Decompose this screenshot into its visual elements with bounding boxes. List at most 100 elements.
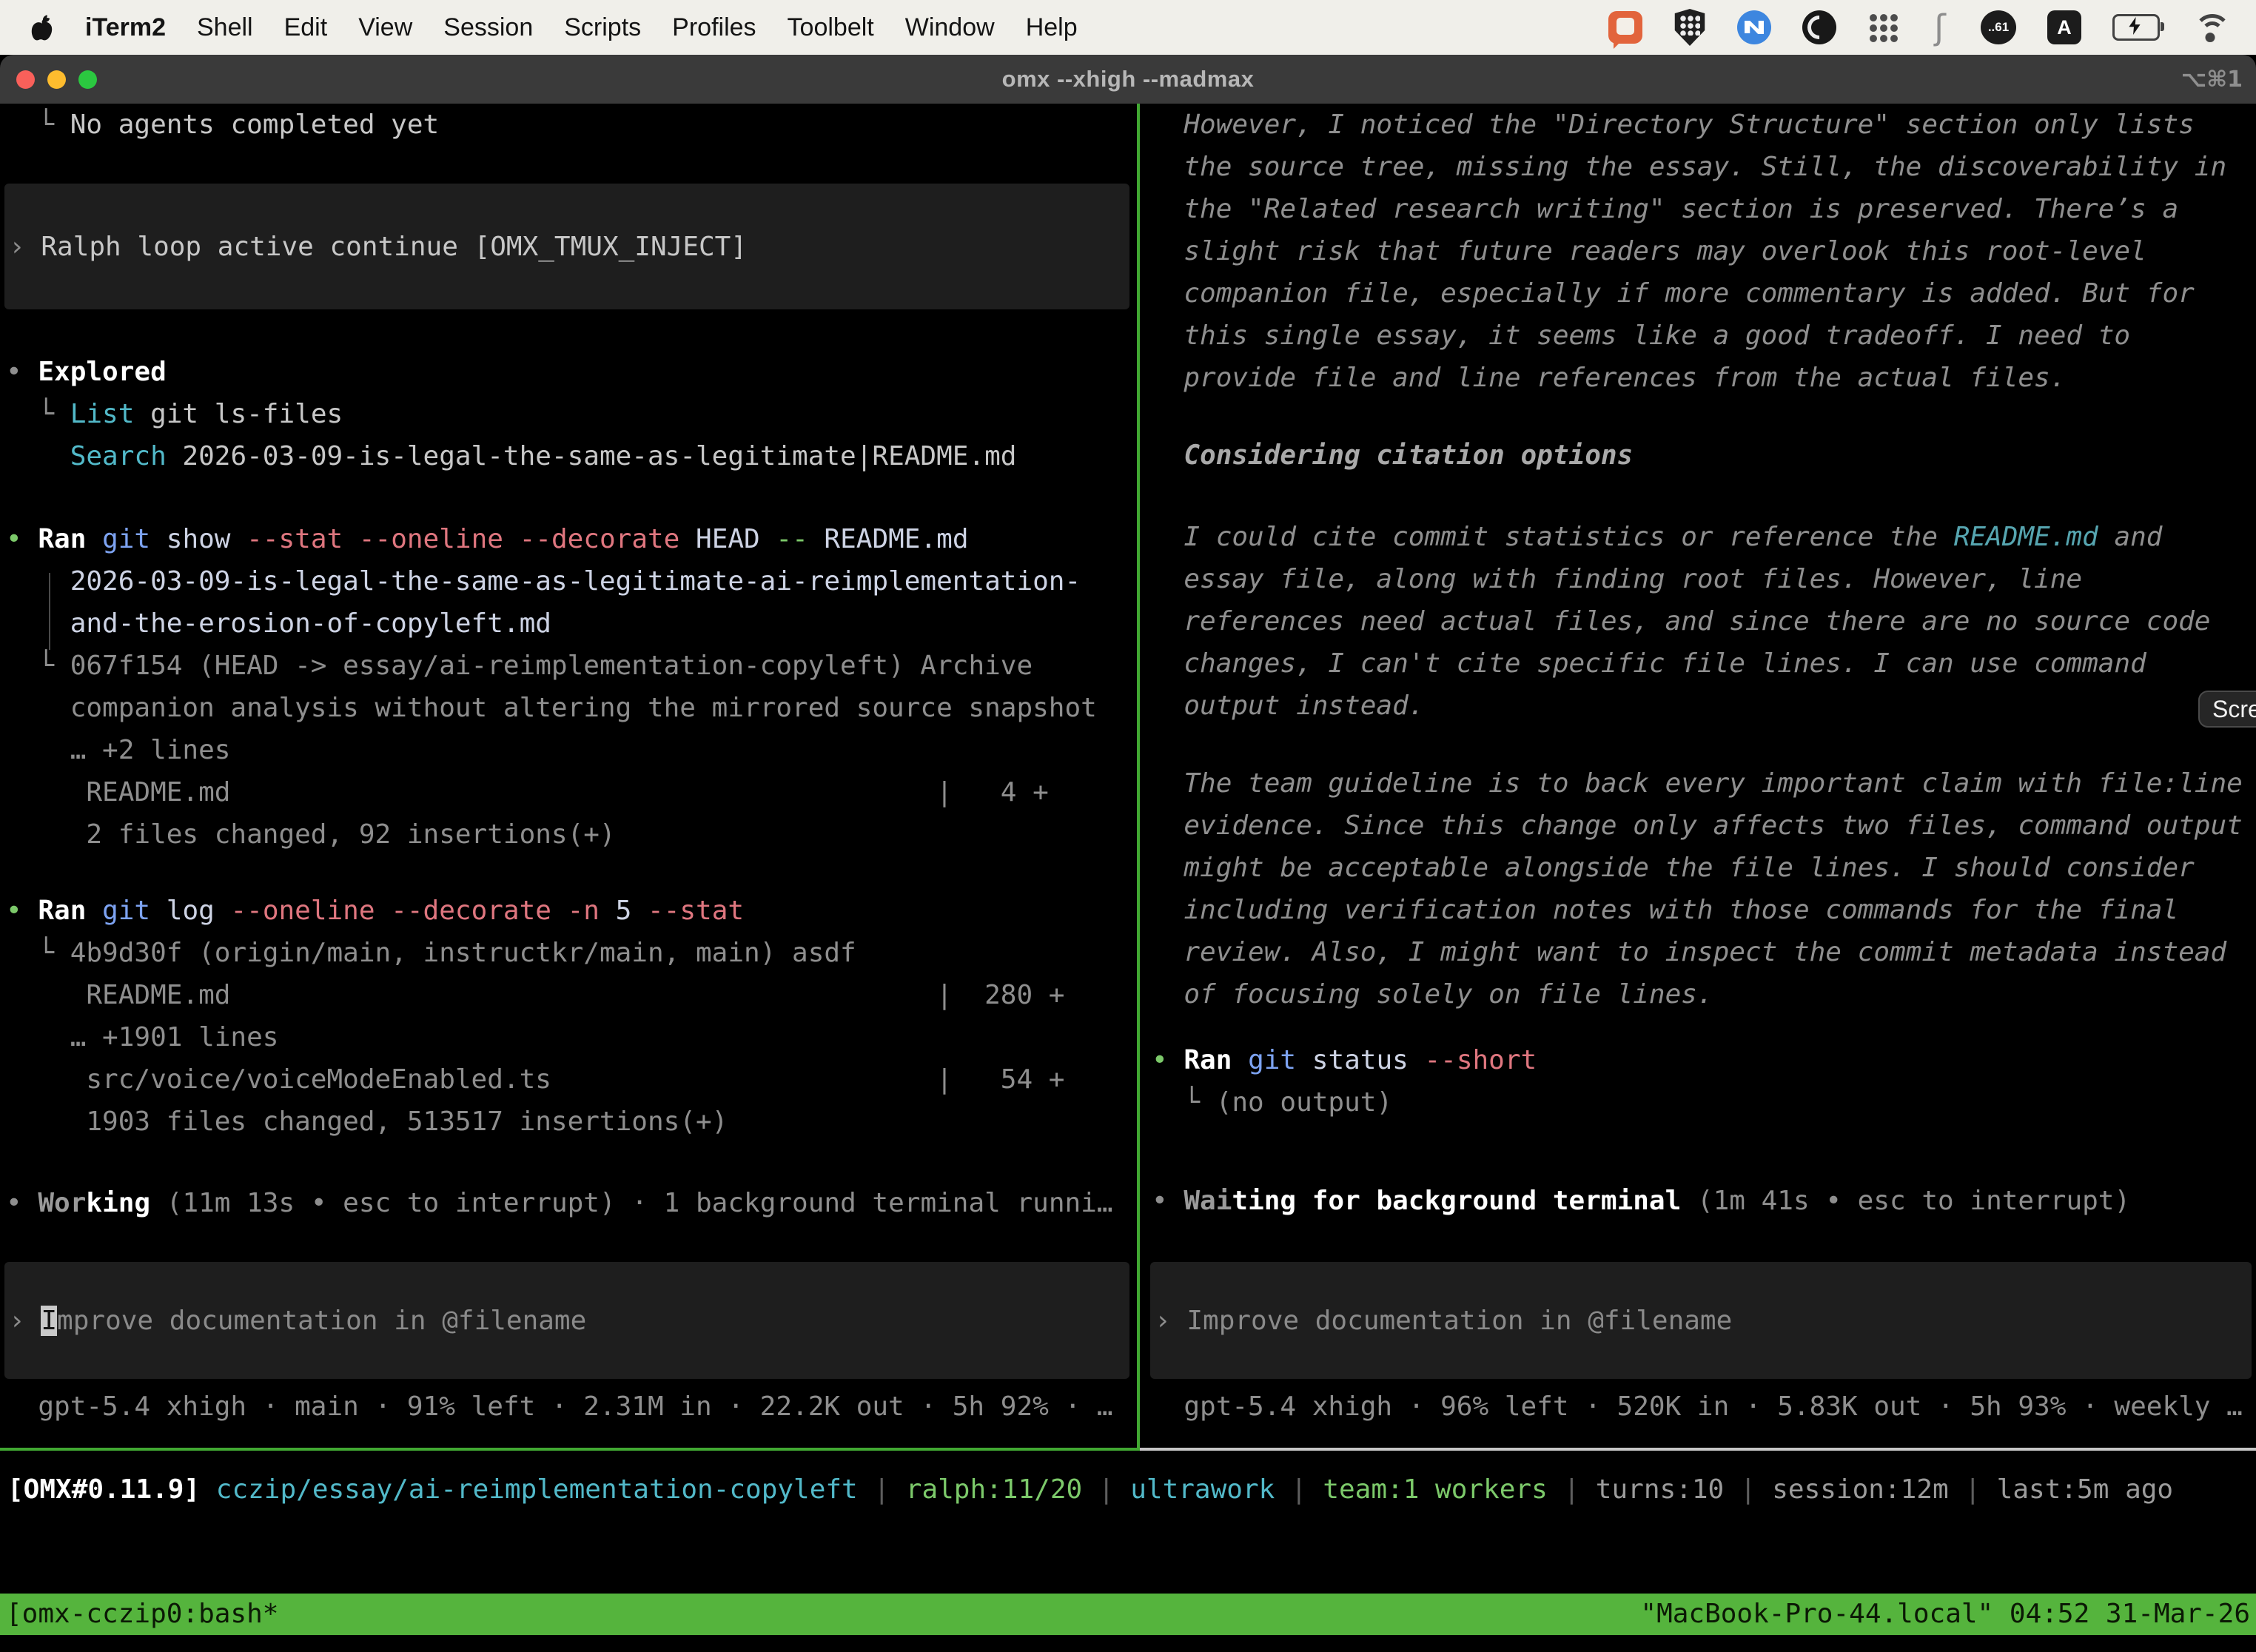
terminal-block: • Explored └ List git ls-files Search 20… — [0, 351, 1134, 477]
lens-app-icon[interactable] — [1802, 10, 1836, 44]
terminal-line: › Improve documentation in @filename — [9, 1300, 1129, 1342]
terminal-block: └ No agents completed yet — [0, 104, 1134, 146]
terminal-block: gpt-5.4 xhigh · 96% left · 520K in · 5.8… — [1146, 1386, 2256, 1428]
right-pane[interactable]: However, I noticed the "Directory Struct… — [1146, 104, 2256, 1452]
terminal-line: evidence. Since this change only affects… — [1152, 805, 2256, 847]
terminal-line: src/voice/voiceModeEnabled.ts | 54 + — [6, 1058, 1134, 1101]
pane-divider[interactable] — [1137, 104, 1140, 1451]
tmux-status-bar: [omx-cczip0:bash* "MacBook-Pro-44.local"… — [0, 1594, 2256, 1635]
omx-status-segment: | — [1275, 1474, 1323, 1505]
terminal-line: companion file, especially if more comme… — [1152, 272, 2256, 315]
prompt-input-box[interactable]: › Ralph loop active continue [OMX_TMUX_I… — [4, 184, 1129, 309]
terminal-line: • Waiting for background terminal (1m 41… — [1152, 1180, 2256, 1222]
battery-61-app-icon[interactable]: ..61 — [1981, 10, 2016, 44]
terminal-line: The team guideline is to back every impo… — [1152, 762, 2256, 805]
keyboard-layout-a-icon[interactable]: A — [2047, 10, 2081, 44]
terminal-line: └ 067f154 (HEAD -> essay/ai-reimplementa… — [6, 645, 1134, 687]
menu-item-iterm2[interactable]: iTerm2 — [73, 13, 178, 42]
menu-item-scripts[interactable]: Scripts — [551, 13, 654, 42]
terminal-line: provide file and line references from th… — [1152, 357, 2256, 399]
terminal-line: └ (no output) — [1152, 1081, 2256, 1124]
omx-status-segment: | — [858, 1474, 906, 1505]
terminal-line: • Ran git status --short — [1152, 1039, 2256, 1081]
prompt-input-box[interactable]: › Improve documentation in @filename — [1150, 1262, 2252, 1379]
terminal-block: • Ran git show --stat --oneline --decora… — [0, 518, 1134, 856]
right-pane-bottom-border — [1140, 1448, 2256, 1451]
terminal-line: › Ralph loop active continue [OMX_TMUX_I… — [9, 226, 1129, 268]
prompt-input-box[interactable]: › Improve documentation in @filename — [4, 1262, 1129, 1379]
menu-item-help[interactable]: Help — [1013, 13, 1090, 42]
terminal-block: gpt-5.4 xhigh · main · 91% left · 2.31M … — [0, 1386, 1134, 1428]
terminal-block: • Working (11m 13s • esc to interrupt) ·… — [0, 1182, 1134, 1224]
dots-grid-app-icon[interactable] — [1867, 12, 1899, 44]
screen-sharing-pill[interactable]: Scre — [2198, 691, 2256, 728]
menu-bar: iTerm2ShellEditViewSessionScriptsProfile… — [0, 0, 2256, 55]
terminal-block: • Ran git status --short └ (no output) — [1146, 1039, 2256, 1124]
title-bar[interactable]: omx --xhigh --madmax ⌥⌘1 — [0, 55, 2256, 104]
terminal-line: I could cite commit statistics or refere… — [1152, 516, 2256, 558]
terminal-line: › Improve documentation in @filename — [1155, 1300, 2252, 1342]
omx-status-segment: turns:10 — [1596, 1474, 1724, 1505]
menu-item-session[interactable]: Session — [431, 13, 545, 42]
menu-item-edit[interactable]: Edit — [272, 13, 340, 42]
left-pane-bottom-border — [0, 1448, 1137, 1451]
left-pane[interactable]: └ No agents completed yet › Ralph loop ac… — [0, 104, 1134, 1452]
terminal-line: • Ran git log --oneline --decorate -n 5 … — [6, 890, 1134, 932]
apple-menu-icon[interactable] — [31, 14, 53, 41]
shield-app-icon[interactable] — [1673, 9, 1706, 46]
terminal-line: However, I noticed the "Directory Struct… — [1152, 104, 2256, 146]
badge-app-icon[interactable] — [1737, 10, 1771, 44]
terminal-line: references need actual files, and since … — [1152, 600, 2256, 642]
terminal-line: Considering citation options — [1152, 434, 2256, 477]
omx-status-segment: cczip/essay/ai-reimplementation-copyleft — [216, 1474, 858, 1505]
terminal-line: and-the-erosion-of-copyleft.md — [6, 602, 1134, 645]
terminal-block: • Waiting for background terminal (1m 41… — [1146, 1180, 2256, 1222]
terminal-line: gpt-5.4 xhigh · main · 91% left · 2.31M … — [6, 1386, 1134, 1428]
terminal-line: 2 files changed, 92 insertions(+) — [6, 813, 1134, 856]
terminal-block: The team guideline is to back every impo… — [1146, 762, 2256, 1015]
omx-status-segment: team:1 workers — [1323, 1474, 1547, 1505]
omx-status-segment: last:5m ago — [1997, 1474, 2173, 1505]
menu-item-window[interactable]: Window — [893, 13, 1007, 42]
terminal-line: the "Related research writing" section i… — [1152, 188, 2256, 230]
terminal-line: changes, I can't cite specific file line… — [1152, 642, 2256, 685]
omx-status-segment: | — [1082, 1474, 1130, 1505]
terminal-line: └ List git ls-files — [6, 393, 1134, 435]
omx-status-segment: ralph:11/20 — [906, 1474, 1082, 1505]
squiggle-app-icon[interactable]: ʃ — [1930, 9, 1950, 46]
menu-item-group: iTerm2ShellEditViewSessionScriptsProfile… — [73, 13, 1096, 42]
battery-charging-icon[interactable] — [2112, 14, 2160, 41]
terminal-area: └ No agents completed yet › Ralph loop ac… — [0, 104, 2256, 1452]
tmux-host-clock: "MacBook-Pro-44.local" 04:52 31-Mar-26 — [1640, 1594, 2250, 1635]
terminal-block: • Ran git log --oneline --decorate -n 5 … — [0, 890, 1134, 1143]
terminal-line: README.md | 4 + — [6, 771, 1134, 813]
terminal-line: └ 4b9d30f (origin/main, instructkr/main,… — [6, 932, 1134, 974]
menu-item-profiles[interactable]: Profiles — [659, 13, 768, 42]
terminal-line: gpt-5.4 xhigh · 96% left · 520K in · 5.8… — [1152, 1386, 2256, 1428]
terminal-block: However, I noticed the "Directory Struct… — [1146, 104, 2256, 399]
chat-app-icon[interactable] — [1608, 11, 1642, 44]
omx-status-segment: | — [1548, 1474, 1596, 1505]
terminal-block: Considering citation options — [1146, 434, 2256, 477]
terminal-line: including verification notes with those … — [1152, 889, 2256, 931]
omx-status-segment — [200, 1474, 216, 1505]
omx-status-segment: [OMX#0.11.9] — [7, 1474, 200, 1505]
menu-item-shell[interactable]: Shell — [184, 13, 266, 42]
omx-status-bar: [OMX#0.11.9] cczip/essay/ai-reimplementa… — [7, 1468, 2173, 1511]
terminal-line: review. Also, I might want to inspect th… — [1152, 931, 2256, 973]
terminal-line: companion analysis without altering the … — [6, 687, 1134, 729]
wifi-icon[interactable] — [2191, 13, 2229, 42]
omx-status-segment: | — [1724, 1474, 1772, 1505]
menu-item-toolbelt[interactable]: Toolbelt — [775, 13, 887, 42]
screen-sharing-pill-label: Scre — [2212, 696, 2256, 723]
terminal-line: README.md | 280 + — [6, 974, 1134, 1016]
window-shortcut-badge: ⌥⌘1 — [2181, 55, 2243, 104]
terminal-line: • Ran git show --stat --oneline --decora… — [6, 518, 1134, 560]
menu-bar-status-icons: ʃ ..61 A — [1608, 9, 2229, 46]
terminal-line: • Working (11m 13s • esc to interrupt) ·… — [6, 1182, 1134, 1224]
menu-item-view[interactable]: View — [346, 13, 425, 42]
terminal-line: output instead. — [1152, 685, 2256, 727]
tmux-session-label: [omx-cczip0:bash* — [6, 1594, 278, 1635]
terminal-line: the source tree, missing the essay. Stil… — [1152, 146, 2256, 188]
terminal-line: this single essay, it seems like a good … — [1152, 315, 2256, 357]
